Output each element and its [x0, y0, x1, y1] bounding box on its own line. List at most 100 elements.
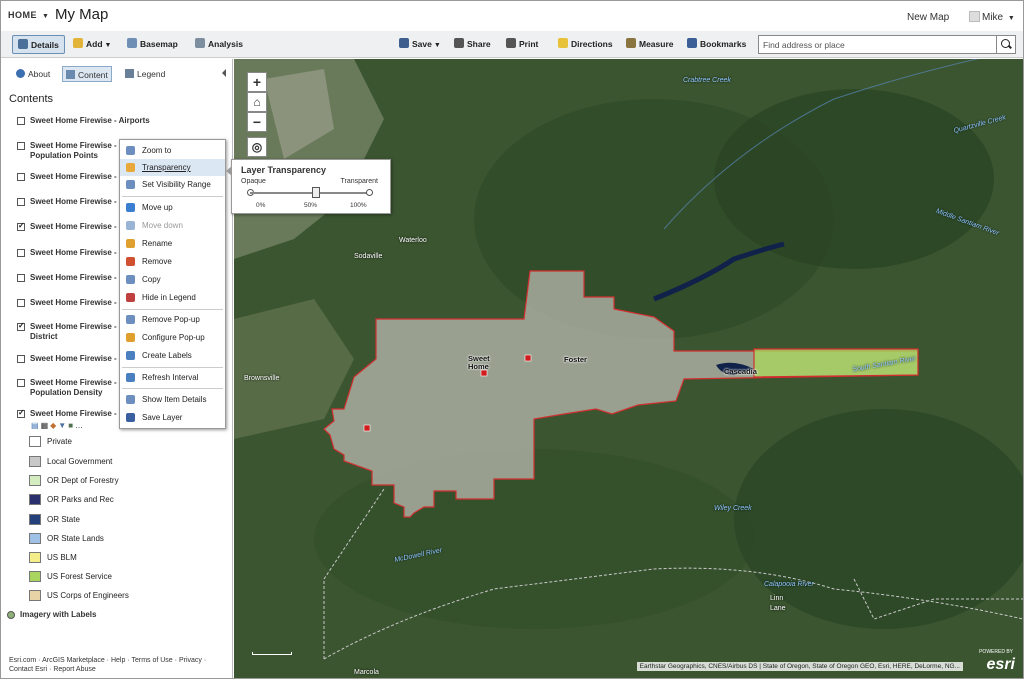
legend-swatch — [29, 475, 41, 486]
basemap-layer[interactable]: Imagery with Labels — [7, 610, 96, 620]
legend-item: OR State — [29, 514, 80, 526]
layer-checkbox[interactable] — [17, 198, 25, 206]
footer-links: Esri.com · ArcGIS Marketplace · Help · T… — [9, 657, 207, 673]
footer-link[interactable]: Contact Esri — [9, 666, 47, 673]
menu-item-zoom-to[interactable]: Zoom to — [120, 142, 225, 159]
layer-checkbox[interactable] — [17, 249, 25, 257]
share-button[interactable]: Share — [454, 35, 491, 54]
legend-item: OR Dept of Forestry — [29, 475, 119, 487]
basemap-button[interactable]: Basemap — [127, 35, 178, 54]
collapse-panel-icon[interactable] — [222, 69, 226, 77]
footer-link[interactable]: Help — [111, 657, 125, 664]
directions-button[interactable]: Directions — [558, 35, 613, 54]
satellite-imagery — [234, 59, 1023, 678]
layer-item[interactable]: Sweet Home Firewise -District — [17, 321, 117, 342]
filter-icon[interactable]: ▼ — [58, 421, 68, 430]
layer-checkbox[interactable] — [17, 221, 25, 231]
tab-legend[interactable]: Legend — [122, 66, 168, 82]
home-extent-icon[interactable]: ⌂ — [247, 92, 267, 112]
layer-checkbox[interactable] — [17, 299, 25, 307]
layer-item[interactable]: Sweet Home Firewise - — [17, 273, 117, 283]
slider-increase-button[interactable] — [366, 189, 373, 196]
top-bar: HOME ▼ My Map New Map Mike ▼ — [1, 1, 1023, 31]
new-map-link[interactable]: New Map — [907, 12, 949, 23]
panel-tabs: About Content Legend — [1, 59, 233, 87]
add-button[interactable]: Add ▼ — [73, 35, 111, 54]
legend-item: US BLM — [29, 552, 77, 564]
city-label: Sweet Home — [468, 354, 490, 371]
tab-about[interactable]: About — [13, 66, 53, 82]
item-details-icon — [126, 395, 135, 404]
arrow-up-icon — [126, 203, 135, 212]
menu-item-move-up[interactable]: Move up — [120, 199, 225, 216]
footer-link[interactable]: ArcGIS Marketplace — [42, 657, 105, 664]
map-view[interactable]: + ⌂ − ◎ Crabtree Creek Quartzville Creek… — [234, 59, 1023, 678]
layer-checkbox[interactable] — [17, 321, 25, 331]
layer-item[interactable]: Sweet Home Firewise - — [17, 298, 117, 308]
bookmarks-button[interactable]: Bookmarks — [687, 35, 746, 54]
layer-item[interactable]: Sweet Home Firewise - — [17, 197, 117, 207]
measure-icon — [626, 38, 636, 48]
layer-checkbox[interactable] — [17, 408, 25, 418]
menu-divider — [122, 388, 223, 389]
print-button[interactable]: Print — [506, 35, 538, 54]
layer-context-menu: Zoom to Transparency Set Visibility Rang… — [119, 139, 226, 429]
transparency-slider-track[interactable] — [250, 192, 370, 194]
menu-item-visibility-range[interactable]: Set Visibility Range — [120, 176, 225, 193]
locate-icon[interactable]: ◎ — [247, 137, 267, 157]
save-button[interactable]: Save ▼ — [399, 35, 441, 54]
menu-item-show-item-details[interactable]: Show Item Details — [120, 391, 225, 408]
search-icon[interactable] — [996, 36, 1015, 53]
layer-checkbox[interactable] — [17, 274, 25, 282]
map-label: Sodaville — [354, 253, 383, 260]
layer-item[interactable]: Sweet Home Firewise - — [17, 172, 117, 182]
menu-item-configure-popup[interactable]: Configure Pop-up — [120, 329, 225, 346]
zoom-out-button[interactable]: − — [247, 112, 267, 132]
menu-item-remove-popup[interactable]: Remove Pop-up — [120, 311, 225, 328]
arrow-down-icon — [126, 221, 135, 230]
layer-item[interactable]: Sweet Home Firewise - Population Density — [17, 378, 117, 398]
measure-button[interactable]: Measure — [626, 35, 674, 54]
layer-item[interactable]: Sweet Home Firewise - — [17, 221, 117, 232]
map-label: Linn — [770, 595, 784, 602]
tab-content[interactable]: Content — [62, 66, 112, 82]
save-layer-icon — [126, 413, 135, 422]
layer-tools: ▤▦◆▼■… — [31, 421, 85, 430]
layer-item[interactable]: Sweet Home Firewise - Airports — [17, 116, 150, 126]
menu-item-copy[interactable]: Copy — [120, 271, 225, 288]
footer-link[interactable]: Report Abuse — [53, 666, 95, 673]
menu-item-refresh-interval[interactable]: Refresh Interval — [120, 369, 225, 386]
analysis-button[interactable]: Analysis — [195, 35, 243, 54]
layer-checkbox[interactable] — [17, 355, 25, 363]
layer-item[interactable]: Sweet Home Firewise - — [17, 354, 117, 364]
basemap-icon — [127, 38, 137, 48]
layer-checkbox[interactable] — [17, 173, 25, 181]
layer-item[interactable]: Sweet Home Firewise - — [17, 248, 117, 258]
layer-checkbox[interactable] — [17, 142, 25, 150]
layer-checkbox[interactable] — [17, 379, 25, 387]
menu-item-hide-in-legend[interactable]: Hide in Legend — [120, 289, 225, 306]
footer-link[interactable]: Esri.com — [9, 657, 36, 664]
search-input[interactable]: Find address or place — [758, 35, 1016, 54]
menu-item-remove[interactable]: Remove — [120, 253, 225, 270]
zoom-in-button[interactable]: + — [247, 72, 267, 92]
menu-item-transparency[interactable]: Transparency — [120, 159, 225, 176]
transparency-slider-thumb[interactable] — [312, 187, 320, 198]
layer-tool-icon[interactable]: ▤ — [31, 421, 41, 430]
user-menu[interactable]: Mike ▼ — [969, 11, 1015, 23]
configure-popup-icon — [126, 333, 135, 342]
home-menu[interactable]: HOME ▼ — [8, 10, 49, 20]
menu-item-create-labels[interactable]: Create Labels — [120, 347, 225, 364]
layer-checkbox[interactable] — [17, 117, 25, 125]
layer-item[interactable]: Sweet Home Firewise - — [17, 408, 117, 419]
details-button[interactable]: Details — [12, 35, 65, 54]
footer-link[interactable]: Privacy — [179, 657, 202, 664]
menu-item-save-layer[interactable]: Save Layer — [120, 409, 225, 426]
more-options-icon[interactable]: … — [75, 421, 85, 430]
map-attribution: Earthstar Geographics, CNES/Airbus DS | … — [636, 662, 963, 671]
menu-item-rename[interactable]: Rename — [120, 235, 225, 252]
layer-item[interactable]: Sweet Home Firewise - Population Points — [17, 141, 117, 161]
contents-heading: Contents — [9, 93, 54, 105]
footer-link[interactable]: Terms of Use — [131, 657, 172, 664]
table-icon[interactable]: ▦ — [41, 421, 51, 430]
